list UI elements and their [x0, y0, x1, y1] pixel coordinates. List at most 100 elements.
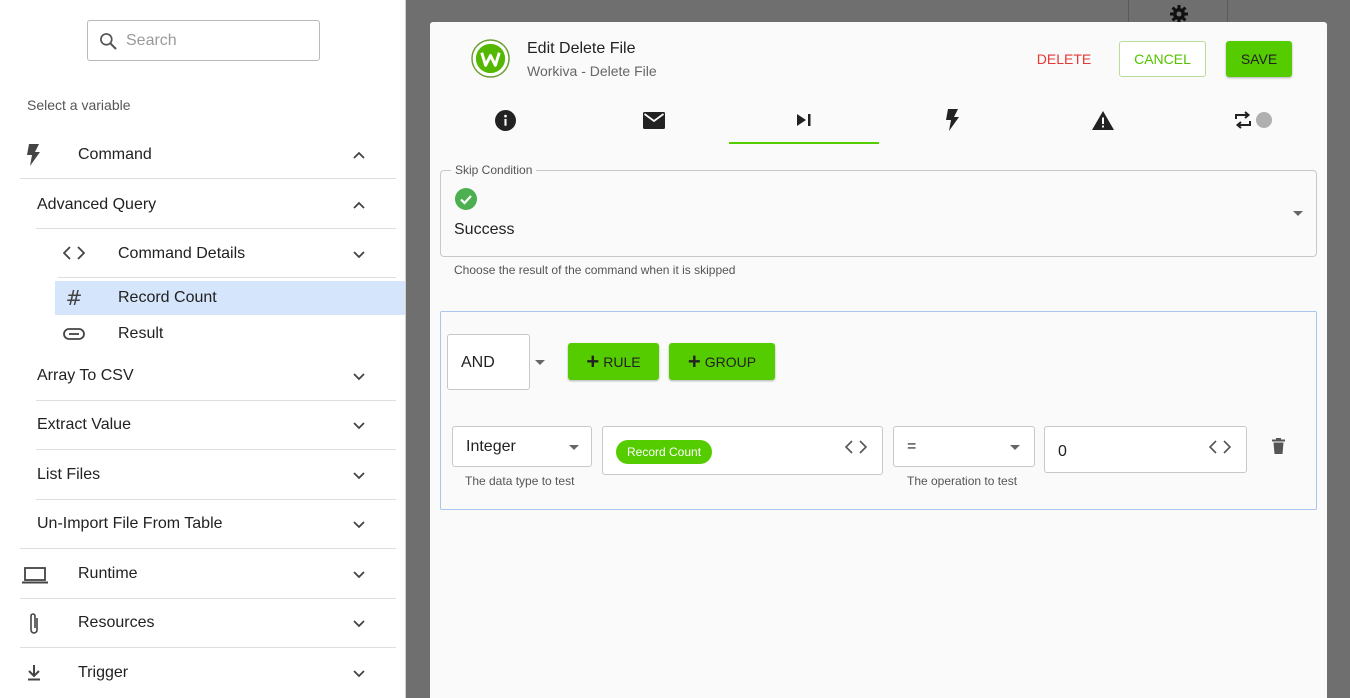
sidebar-item-label: Result — [118, 325, 164, 342]
sidebar-item-record-count[interactable]: # Record Count — [55, 281, 405, 315]
dropdown-arrow-icon — [569, 445, 579, 450]
chevron-down-icon — [353, 571, 365, 579]
data-type-value: Integer — [466, 438, 516, 455]
sidebar-item-command-details[interactable]: Command Details — [20, 237, 396, 269]
sidebar-item-advanced-query[interactable]: Advanced Query — [20, 188, 396, 220]
select-variable-label: Select a variable — [27, 97, 131, 113]
variable-sidebar: Select a variable Command Advanced Query… — [0, 0, 406, 698]
sidebar-item-label: Command — [78, 146, 152, 163]
sidebar-item-label: Extract Value — [37, 416, 131, 433]
cancel-button[interactable]: CANCEL — [1119, 41, 1206, 77]
gear-icon — [1170, 5, 1188, 23]
warning-icon — [1092, 110, 1114, 130]
dropdown-arrow-icon — [1010, 445, 1020, 450]
sidebar-item-command[interactable]: Command — [20, 138, 396, 170]
sidebar-item-label: List Files — [37, 466, 101, 483]
divider — [20, 647, 396, 648]
sidebar-item-unimport[interactable]: Un-Import File From Table — [20, 508, 396, 540]
skip-condition-helper: Choose the result of the command when it… — [454, 263, 736, 277]
divider — [36, 449, 396, 450]
sidebar-item-label: Un-Import File From Table — [37, 515, 223, 532]
search-input[interactable] — [126, 30, 311, 52]
tab-notifications[interactable] — [579, 96, 729, 144]
delete-button[interactable]: DELETE — [1030, 41, 1098, 77]
add-group-button[interactable]: + GROUP — [669, 343, 775, 380]
tab-info[interactable] — [430, 96, 580, 144]
tab-loop[interactable] — [1177, 96, 1327, 144]
sidebar-item-array-to-csv[interactable]: Array To CSV — [20, 360, 396, 392]
data-type-helper: The data type to test — [465, 474, 575, 488]
chevron-down-icon — [353, 422, 365, 430]
divider — [36, 400, 396, 401]
add-rule-label: RULE — [603, 353, 641, 370]
repeat-icon — [1234, 111, 1251, 129]
skip-condition-label: Skip Condition — [451, 163, 537, 177]
trash-icon[interactable] — [1272, 438, 1285, 454]
add-rule-button[interactable]: + RULE — [568, 343, 659, 380]
chevron-down-icon — [353, 521, 365, 529]
attachment-icon — [63, 326, 85, 342]
sidebar-item-trigger[interactable]: Trigger — [20, 657, 396, 689]
code-icon — [62, 246, 86, 260]
variable-field[interactable]: Record Count — [602, 426, 883, 475]
download-arrow-icon — [26, 664, 42, 682]
dropdown-arrow-icon — [535, 360, 545, 365]
data-type-select[interactable]: Integer — [452, 426, 592, 467]
divider — [20, 178, 396, 179]
record-count-chip[interactable]: Record Count — [616, 440, 713, 464]
skip-condition-select[interactable]: Skip Condition Success — [440, 163, 1317, 257]
sidebar-item-extract-value[interactable]: Extract Value — [20, 409, 396, 441]
value-text: 0 — [1058, 443, 1067, 460]
query-builder: AND + RULE + GROUP Integer The data type… — [440, 311, 1317, 510]
sidebar-item-label: Advanced Query — [37, 196, 157, 213]
mail-icon — [643, 111, 665, 129]
chevron-down-icon — [353, 251, 365, 259]
sidebar-item-resources[interactable]: Resources — [20, 607, 396, 639]
combinator-value: AND — [461, 354, 495, 371]
paperclip-icon — [27, 612, 41, 636]
plus-icon: + — [687, 348, 701, 374]
divider — [20, 548, 396, 549]
code-icon[interactable] — [1209, 440, 1231, 454]
code-icon[interactable] — [845, 440, 867, 454]
sidebar-item-label: Command Details — [118, 245, 246, 262]
plus-icon: + — [586, 348, 600, 374]
chevron-down-icon — [353, 373, 365, 381]
tab-skip[interactable] — [729, 96, 879, 144]
operator-select[interactable]: = — [893, 426, 1035, 467]
laptop-icon — [22, 566, 48, 584]
edit-command-dialog: Edit Delete File Workiva - Delete File D… — [430, 22, 1327, 698]
dropdown-arrow-icon — [1293, 211, 1303, 216]
sidebar-item-label: Record Count — [118, 289, 217, 306]
dialog-subtitle: Workiva - Delete File — [527, 63, 657, 79]
dialog-tabs — [430, 96, 1327, 144]
tab-errors[interactable] — [1028, 96, 1178, 144]
chevron-down-icon — [353, 670, 365, 678]
sidebar-item-runtime[interactable]: Runtime — [20, 558, 396, 590]
toggle-off-indicator[interactable] — [1255, 112, 1272, 128]
operator-helper: The operation to test — [907, 474, 1018, 488]
hash-icon: # — [65, 286, 83, 310]
sidebar-item-label: Array To CSV — [37, 367, 134, 384]
sidebar-item-label: Runtime — [78, 565, 138, 582]
save-button[interactable]: SAVE — [1226, 41, 1292, 77]
settings-button[interactable] — [1128, 0, 1228, 23]
chevron-up-icon — [353, 201, 365, 209]
divider — [36, 228, 396, 229]
dialog-title: Edit Delete File — [527, 40, 636, 57]
check-circle-icon — [455, 188, 477, 210]
skip-next-icon — [797, 114, 811, 126]
add-group-label: GROUP — [704, 353, 757, 370]
search-icon — [100, 33, 117, 50]
bolt-icon — [946, 109, 959, 131]
value-input[interactable]: 0 — [1044, 426, 1247, 473]
combinator-select[interactable]: AND — [447, 334, 545, 390]
operator-value: = — [907, 438, 917, 455]
sidebar-item-label: Trigger — [78, 664, 129, 681]
chevron-down-icon — [353, 620, 365, 628]
sidebar-item-list-files[interactable]: List Files — [20, 459, 396, 491]
sidebar-item-result[interactable]: Result — [55, 318, 405, 350]
tab-triggers[interactable] — [878, 96, 1028, 144]
divider — [36, 499, 396, 500]
search-field[interactable] — [87, 20, 320, 61]
